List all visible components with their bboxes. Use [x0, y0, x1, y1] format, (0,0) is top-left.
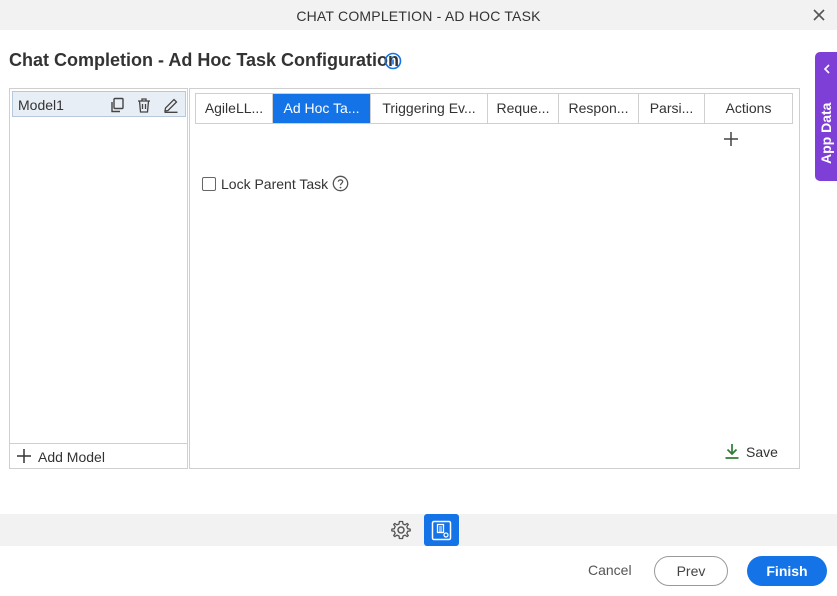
chevron-left-icon [823, 64, 830, 74]
configuration-panel: AgileLL... Ad Hoc Ta... Triggering Ev...… [189, 88, 800, 469]
gear-icon[interactable] [390, 519, 412, 541]
app-data-label: App Data [818, 102, 834, 164]
cancel-button[interactable]: Cancel [588, 562, 632, 578]
tab-parsing[interactable]: Parsi... [639, 94, 705, 123]
add-model-label: Add Model [38, 449, 105, 465]
lock-parent-task-label: Lock Parent Task [221, 176, 329, 192]
duplicate-icon[interactable] [109, 97, 125, 113]
add-icon[interactable] [724, 132, 738, 146]
tab-request[interactable]: Reque... [488, 94, 559, 123]
prev-button[interactable]: Prev [654, 556, 728, 586]
window-title: CHAT COMPLETION - AD HOC TASK [296, 8, 541, 24]
finish-button[interactable]: Finish [747, 556, 827, 586]
tab-triggering-events[interactable]: Triggering Ev... [371, 94, 488, 123]
model-list-panel: Model1 Add Model [9, 88, 188, 469]
config-tabs: AgileLL... Ad Hoc Ta... Triggering Ev...… [195, 93, 793, 124]
add-model-button[interactable]: Add Model [10, 443, 187, 468]
page-title: Chat Completion - Ad Hoc Task Configurat… [9, 50, 399, 70]
close-icon[interactable] [811, 7, 827, 23]
model-name: Model1 [18, 97, 64, 113]
plus-icon [17, 449, 31, 463]
tab-agilellm[interactable]: AgileLL... [196, 94, 273, 123]
window-titlebar: CHAT COMPLETION - AD HOC TASK [0, 0, 837, 30]
app-data-panel-toggle[interactable]: App Data [815, 52, 837, 181]
edit-icon[interactable] [163, 97, 179, 113]
lock-parent-task-checkbox[interactable] [202, 177, 216, 191]
bottom-toolbar [0, 514, 837, 546]
app-data-view-button[interactable] [424, 514, 459, 546]
document-icon [431, 520, 452, 541]
tab-ad-hoc-task[interactable]: Ad Hoc Ta... [273, 94, 371, 123]
delete-icon[interactable] [136, 97, 152, 113]
info-icon[interactable] [384, 52, 402, 70]
download-icon [725, 444, 739, 459]
tab-response[interactable]: Respon... [559, 94, 639, 123]
help-icon[interactable] [332, 175, 349, 192]
save-label: Save [746, 444, 778, 460]
tab-actions[interactable]: Actions [705, 94, 792, 123]
model-list-item[interactable]: Model1 [12, 91, 186, 117]
